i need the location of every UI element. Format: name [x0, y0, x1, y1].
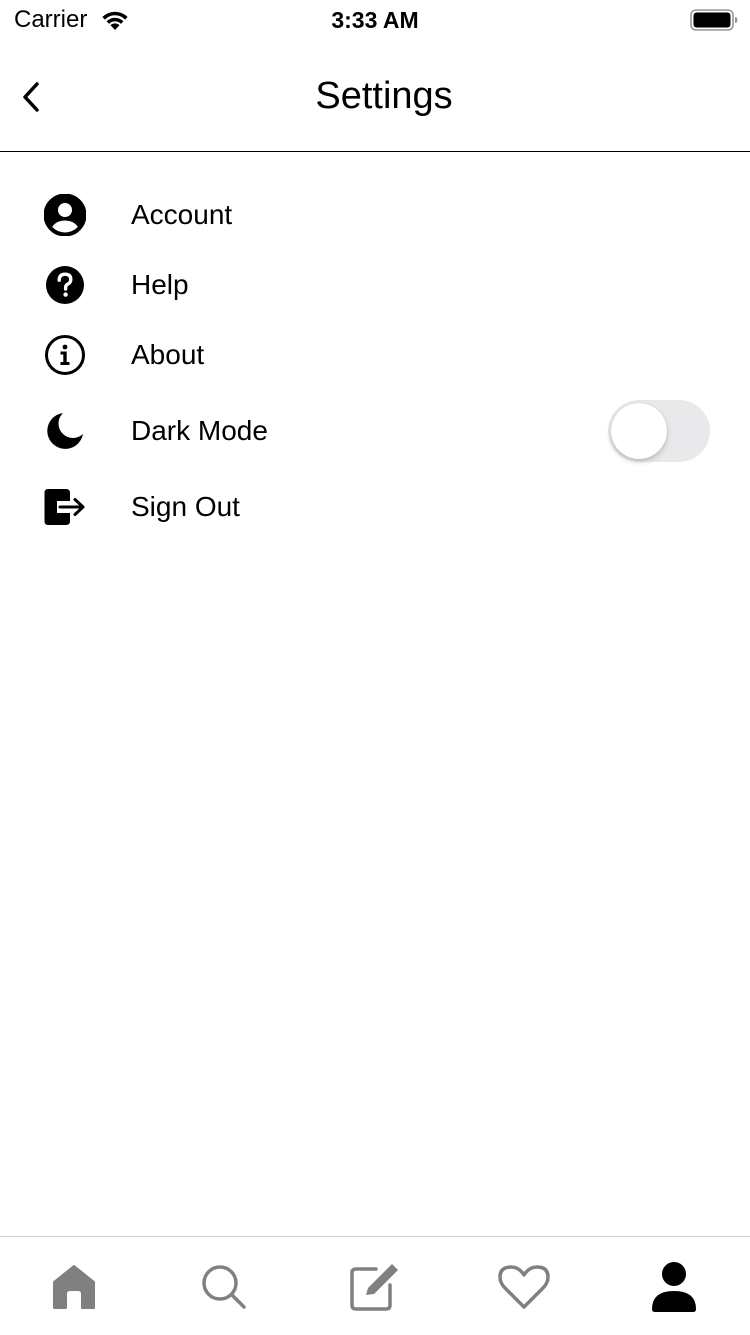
- dark-mode-toggle[interactable]: [608, 400, 710, 462]
- settings-item-label: Dark Mode: [131, 415, 268, 446]
- heart-icon: [498, 1265, 550, 1309]
- battery-icon: [690, 9, 738, 31]
- profile-icon: [652, 1262, 696, 1312]
- navigation-bar: Settings: [0, 40, 750, 152]
- page-title: Settings: [315, 75, 453, 117]
- toggle-knob: [611, 403, 667, 459]
- home-icon: [53, 1265, 95, 1309]
- moon-icon: [44, 410, 86, 452]
- search-icon: [202, 1265, 246, 1309]
- tab-likes[interactable]: [494, 1259, 554, 1315]
- settings-item-label: Help: [131, 269, 189, 300]
- settings-item-label: Sign Out: [131, 491, 240, 522]
- tab-home[interactable]: [44, 1259, 104, 1315]
- settings-item-dark-mode[interactable]: Dark Mode: [0, 390, 750, 472]
- settings-item-about[interactable]: About: [0, 320, 750, 390]
- settings-item-sign-out[interactable]: Sign Out: [0, 472, 750, 542]
- info-circle-icon: [44, 334, 86, 376]
- tab-profile[interactable]: [644, 1259, 704, 1315]
- account-circle-icon: [44, 194, 86, 236]
- tab-compose[interactable]: [344, 1259, 404, 1315]
- settings-item-label: Account: [131, 199, 233, 230]
- status-bar: Carrier 3:33 AM: [0, 0, 750, 40]
- settings-item-help[interactable]: Help: [0, 250, 750, 320]
- tab-bar: [0, 1236, 750, 1335]
- settings-list: Account Help About Dark Mode Sign Out: [0, 180, 750, 542]
- clock: 3:33 AM: [331, 7, 419, 33]
- question-circle-icon: [44, 264, 86, 306]
- sign-out-icon: [44, 486, 86, 528]
- settings-item-label: About: [131, 339, 205, 370]
- settings-item-account[interactable]: Account: [0, 180, 750, 250]
- tab-search[interactable]: [194, 1259, 254, 1315]
- compose-icon: [350, 1264, 398, 1311]
